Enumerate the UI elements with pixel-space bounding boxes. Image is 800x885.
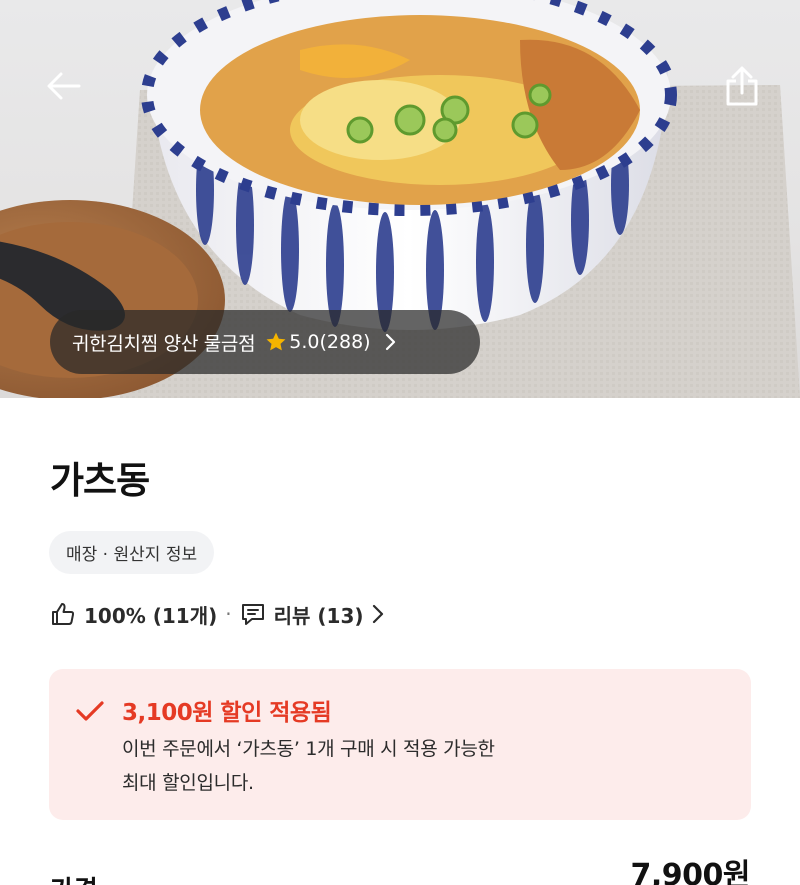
hero-photo: 귀한김치찜 양산 물금점 5.0(288) (0, 0, 800, 398)
review-link[interactable]: 리뷰 (13) (240, 600, 384, 629)
menu-detail: 가츠동 매장 · 원산지 정보 100% (11개) · 리뷰 (13) 3,1… (0, 398, 800, 885)
stat-separator: · (225, 602, 232, 626)
like-stat: 100% (11개) (84, 603, 218, 628)
discount-description: 이번 주문에서 ‘가츠동’ 1개 구매 시 적용 가능한 최대 할인입니다. (122, 732, 602, 800)
store-name: 귀한김치찜 양산 물금점 (72, 332, 256, 355)
store-rating: 5.0(288) (289, 331, 371, 353)
thumbs-up-icon (50, 601, 76, 627)
discount-notice: 3,100원 할인 적용됨 이번 주문에서 ‘가츠동’ 1개 구매 시 적용 가… (49, 669, 751, 820)
check-icon (75, 699, 105, 727)
back-button[interactable] (34, 56, 94, 116)
share-button[interactable] (712, 56, 772, 116)
price-value: 7,900원 (630, 858, 751, 885)
discount-headline: 3,100원 할인 적용됨 (122, 700, 332, 726)
share-icon (726, 66, 758, 106)
discount-line-2: 최대 할인입니다. (122, 772, 254, 794)
star-icon (265, 331, 287, 353)
menu-stats: 100% (11개) · 리뷰 (13) (50, 598, 384, 630)
review-stat: 리뷰 (13) (273, 603, 364, 628)
store-info-chip[interactable]: 귀한김치찜 양산 물금점 5.0(288) (50, 310, 480, 374)
comment-icon (240, 601, 266, 627)
chevron-right-icon (372, 604, 384, 624)
discount-line-1: 이번 주문에서 ‘가츠동’ 1개 구매 시 적용 가능한 (122, 738, 495, 760)
origin-info-chip[interactable]: 매장 · 원산지 정보 (49, 531, 215, 574)
arrow-left-icon (47, 72, 81, 100)
price-label: 가격 (50, 870, 98, 885)
chevron-right-icon (385, 333, 397, 351)
menu-title: 가츠동 (50, 459, 150, 502)
